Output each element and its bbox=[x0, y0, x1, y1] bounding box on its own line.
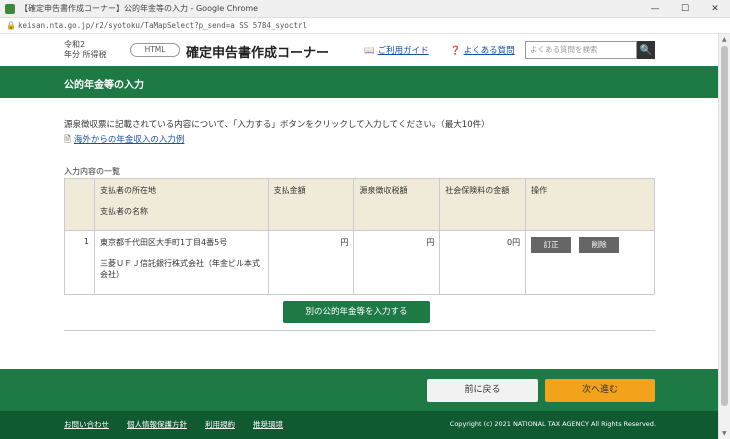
payer-address: 東京都千代田区大手町1丁目4番5号 bbox=[99, 238, 228, 247]
book-icon: 📖 bbox=[364, 46, 375, 56]
payer-name-header: 支払者の名称 bbox=[99, 207, 148, 216]
document-icon: 🗎 bbox=[64, 135, 71, 145]
site-header: 令和2 年分 所得税 HTML 確定申告書作成コーナー 📖 ご利用ガイド ❓ よくあ… bbox=[0, 34, 718, 66]
social-insurance-amount: 0円 bbox=[439, 230, 527, 295]
withholding-amount: 円 bbox=[353, 230, 441, 295]
faq-link[interactable]: ❓ よくある質問 bbox=[450, 44, 515, 56]
index-header bbox=[64, 178, 95, 231]
close-button[interactable]: ✕ bbox=[700, 0, 730, 18]
edit-button[interactable]: 訂正 bbox=[531, 237, 572, 253]
search-icon: 🔍 bbox=[639, 44, 653, 56]
window-controls: — ☐ ✕ bbox=[640, 0, 730, 18]
help-link-label: ご利用ガイド bbox=[377, 46, 429, 56]
window-title: 【確定申告書作成コーナー】公的年金等の入力 - Google Chrome bbox=[20, 4, 259, 13]
address-bar[interactable]: 🔒 keisan.nta.go.jp/r2/syotoku/TaMapSelec… bbox=[0, 18, 730, 34]
copyright: Copyright (c) 2021 NATIONAL TAX AGENCY A… bbox=[449, 420, 656, 428]
faq-link-label: よくある質問 bbox=[463, 46, 515, 56]
vertical-scrollbar[interactable]: ▲ ▼ bbox=[718, 34, 730, 439]
withholding-header: 源泉徴収税額 bbox=[353, 178, 441, 231]
lock-icon: 🔒 bbox=[6, 20, 16, 30]
footer-link-terms[interactable]: 利用規約 bbox=[205, 419, 235, 430]
section-header: 公的年金等の入力 bbox=[0, 66, 718, 98]
payer-header: 支払者の所在地 支払者の名称 bbox=[93, 178, 269, 231]
list-label: 入力内容の一覧 bbox=[64, 167, 120, 176]
corner-title: 確定申告書作成コーナー bbox=[186, 46, 330, 61]
scrollbar-thumb[interactable] bbox=[721, 46, 728, 406]
next-button[interactable]: 次へ進む bbox=[545, 379, 655, 402]
footer-link-privacy[interactable]: 個人情報保護方針 bbox=[127, 419, 187, 430]
payment-amount-header: 支払金額 bbox=[267, 178, 355, 231]
table-row: 1 東京都千代田区大手町1丁目4番5号 三菱ＵＦＪ信託銀行株式会社（年金ビル本式… bbox=[64, 230, 655, 295]
search-button[interactable]: 🔍 bbox=[637, 41, 655, 59]
help-link[interactable]: 📖 ご利用ガイド bbox=[364, 44, 429, 56]
window-titlebar: 【確定申告書作成コーナー】公的年金等の入力 - Google Chrome — … bbox=[0, 0, 730, 18]
overseas-example-label: 海外からの年金収入の入力例 bbox=[73, 135, 185, 145]
pension-table: 支払者の所在地 支払者の名称 支払金額 源泉徴収税額 社会保険料の金額 操作 1… bbox=[64, 178, 655, 295]
minimize-button[interactable]: — bbox=[640, 0, 670, 18]
overseas-example-link[interactable]: 🗎 海外からの年金収入の入力例 bbox=[64, 133, 184, 148]
scroll-down-icon[interactable]: ▼ bbox=[722, 430, 727, 437]
table-header-row: 支払者の所在地 支払者の名称 支払金額 源泉徴収税額 社会保険料の金額 操作 bbox=[64, 178, 655, 231]
bottom-nav: 前に戻る 次へ進む bbox=[0, 369, 718, 411]
row-index: 1 bbox=[64, 230, 95, 295]
payer-cell: 東京都千代田区大手町1丁目4番5号 三菱ＵＦＪ信託銀行株式会社（年金ビル本式会社… bbox=[93, 230, 269, 295]
payment-amount: 円 bbox=[267, 230, 355, 295]
tax-year-line2: 年分 所得税 bbox=[64, 50, 107, 59]
footer-link-contact[interactable]: お問い合わせ bbox=[64, 419, 109, 430]
social-insurance-header: 社会保険料の金額 bbox=[439, 178, 527, 231]
page: 令和2 年分 所得税 HTML 確定申告書作成コーナー 📖 ご利用ガイド ❓ よくあ… bbox=[0, 34, 718, 439]
maximize-button[interactable]: ☐ bbox=[670, 0, 700, 18]
delete-button[interactable]: 削除 bbox=[579, 237, 620, 253]
mode-badge: HTML bbox=[130, 43, 180, 57]
back-button[interactable]: 前に戻る bbox=[427, 379, 538, 402]
operation-header: 操作 bbox=[525, 178, 655, 231]
faq-search-input[interactable]: よくある質問を検索 bbox=[525, 41, 637, 59]
divider bbox=[64, 330, 655, 331]
operation-cell: 訂正 削除 bbox=[525, 230, 655, 295]
url-text[interactable]: keisan.nta.go.jp/r2/syotoku/TaMapSelect?… bbox=[18, 21, 307, 30]
question-icon: ❓ bbox=[450, 46, 461, 56]
footer-links: お問い合わせ 個人情報保護方針 利用規約 推奨環境 bbox=[64, 419, 283, 430]
site-footer: お問い合わせ 個人情報保護方針 利用規約 推奨環境 Copyright (c) … bbox=[0, 411, 718, 439]
payer-address-header: 支払者の所在地 bbox=[99, 186, 156, 195]
tax-year: 令和2 年分 所得税 bbox=[64, 40, 107, 60]
instruction-text: 源泉徴収票に記載されている内容について、「入力する」ボタンをクリックして入力して… bbox=[64, 120, 490, 130]
section-title: 公的年金等の入力 bbox=[64, 80, 144, 91]
tax-year-line1: 令和2 bbox=[64, 40, 86, 49]
favicon-icon bbox=[5, 3, 15, 14]
add-pension-button[interactable]: 別の公的年金等を入力する bbox=[283, 301, 430, 323]
scroll-up-icon[interactable]: ▲ bbox=[722, 36, 727, 43]
footer-link-environment[interactable]: 推奨環境 bbox=[253, 419, 283, 430]
payer-name: 三菱ＵＦＪ信託銀行株式会社（年金ビル本式会社） bbox=[99, 259, 260, 279]
